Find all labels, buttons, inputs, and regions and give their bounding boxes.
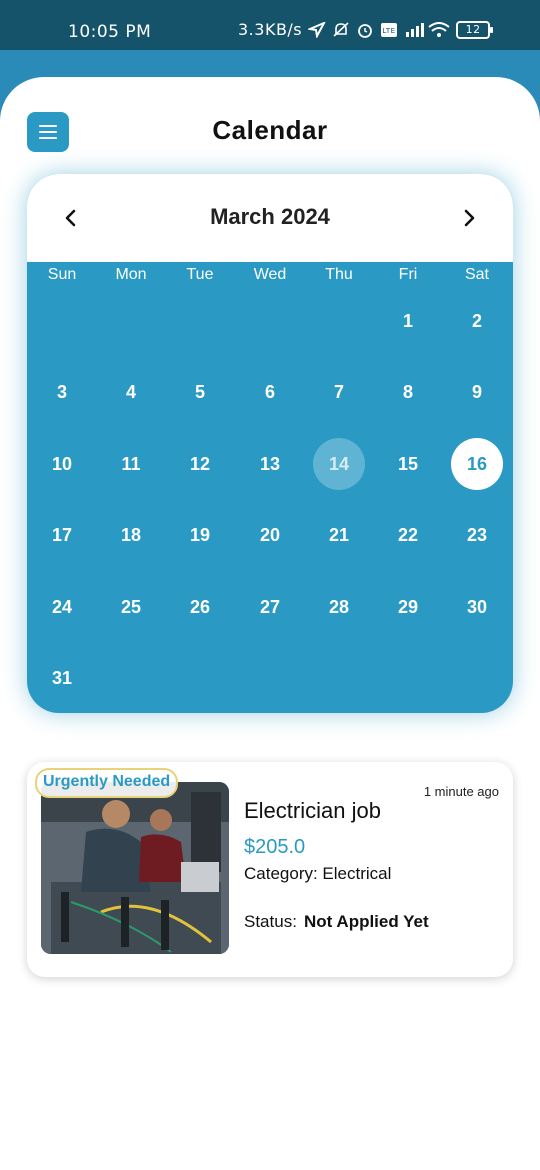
calendar-day-18[interactable]: 18	[105, 510, 157, 562]
signal-icon	[404, 22, 425, 38]
volte-icon: LTE	[380, 22, 398, 38]
calendar-day-12[interactable]: 12	[174, 438, 226, 490]
calendar-day-30[interactable]: 30	[451, 581, 503, 633]
calendar-day-17[interactable]: 17	[36, 510, 88, 562]
calendar-day-6[interactable]: 6	[244, 367, 296, 419]
calendar-day-15[interactable]: 15	[382, 438, 434, 490]
calendar-day-24[interactable]: 24	[36, 581, 88, 633]
calendar: March 2024 Sun Mon Tue Wed Thu Fri Sat 1234567…	[27, 174, 513, 713]
job-status-value: Not Applied Yet	[304, 912, 429, 931]
calendar-day-11[interactable]: 11	[105, 438, 157, 490]
job-category: Category: Electrical	[244, 864, 392, 883]
calendar-day-31[interactable]: 31	[36, 653, 88, 705]
alarm-icon	[356, 22, 374, 38]
calendar-day-10[interactable]: 10	[36, 438, 88, 490]
calendar-day-3[interactable]: 3	[36, 367, 88, 419]
calendar-day-14[interactable]: 14	[313, 438, 365, 490]
calendar-day-20[interactable]: 20	[244, 510, 296, 562]
location-arrow-icon	[306, 20, 327, 39]
calendar-day-23[interactable]: 23	[451, 510, 503, 562]
status-time: 10:05 PM	[68, 22, 152, 42]
calendar-day-29[interactable]: 29	[382, 581, 434, 633]
network-speed: 3.3KB/s	[238, 20, 303, 39]
job-photo	[41, 782, 229, 954]
calendar-day-9[interactable]: 9	[451, 367, 503, 419]
calendar-day-5[interactable]: 5	[174, 367, 226, 419]
calendar-day-21[interactable]: 21	[313, 510, 365, 562]
status-icons: 3.3KB/s LTE 12	[238, 20, 494, 39]
calendar-day-16[interactable]: 16	[451, 438, 503, 490]
calendar-day-28[interactable]: 28	[313, 581, 365, 633]
calendar-day-1[interactable]: 1	[382, 295, 434, 347]
calendar-day-13[interactable]: 13	[244, 438, 296, 490]
job-time-ago: 1 minute ago	[423, 784, 499, 799]
page-title: Calendar	[212, 115, 328, 145]
calendar-day-4[interactable]: 4	[105, 367, 157, 419]
urgent-badge: Urgently Needed	[35, 768, 179, 798]
calendar-day-19[interactable]: 19	[174, 510, 226, 562]
job-title: Electrician job	[244, 798, 381, 823]
calendar-day-25[interactable]: 25	[105, 581, 157, 633]
calendar-day-2[interactable]: 2	[451, 295, 503, 347]
wifi-icon	[428, 21, 450, 38]
job-card[interactable]: Urgently Needed 1 minute ago Electrician…	[27, 762, 513, 977]
calendar-day-7[interactable]: 7	[313, 367, 365, 419]
battery-icon: 12	[456, 20, 494, 39]
calendar-days: 1 2 3 4 5 6 7 8 9 10 11 12 13 14 15 16 17 18 19 20 21 22 23 24 2…	[27, 174, 513, 713]
job-status-label: Status:	[244, 912, 297, 931]
svg-text:LTE: LTE	[383, 27, 396, 35]
calendar-day-8[interactable]: 8	[382, 367, 434, 419]
muted-bell-icon	[332, 21, 350, 38]
job-price: $205.0	[244, 836, 306, 858]
calendar-day-26[interactable]: 26	[174, 581, 226, 633]
calendar-day-27[interactable]: 27	[244, 581, 296, 633]
calendar-day-22[interactable]: 22	[382, 510, 434, 562]
status-bar: 10:05 PM 3.3KB/s LTE 12	[0, 0, 540, 50]
